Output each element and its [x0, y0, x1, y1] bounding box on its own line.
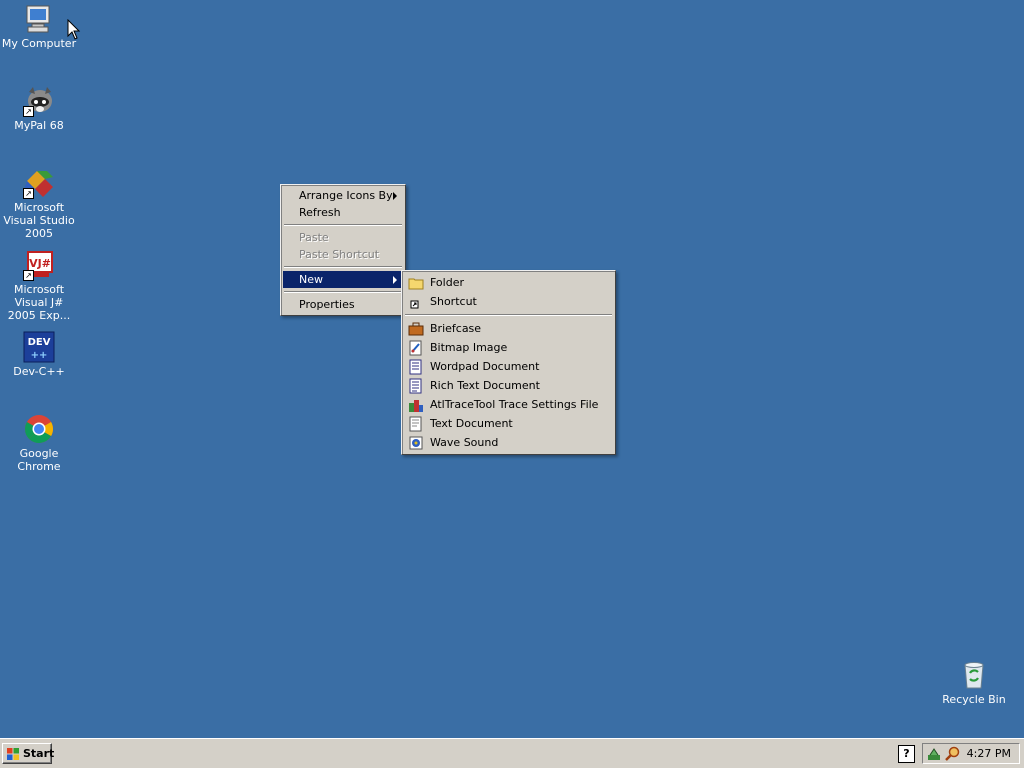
desktop-icon-recycle-bin[interactable]: Recycle Bin [935, 659, 1013, 706]
wave-sound-icon [408, 435, 424, 451]
submenu-item-rich-text-document[interactable]: Rich Text Document [404, 376, 613, 395]
menu-item-refresh[interactable]: Refresh [283, 204, 403, 221]
paint-icon [408, 340, 424, 356]
submenu-item-wordpad-document[interactable]: Wordpad Document [404, 357, 613, 376]
shortcut-icon [408, 294, 424, 310]
menu-item-paste: Paste [283, 229, 403, 246]
desktop-context-menu: Arrange Icons By Refresh Paste Paste Sho… [280, 184, 406, 316]
text-document-icon [408, 416, 424, 432]
desktop[interactable]: My Computer ↗ MyPal 68 ↗ Microsoft Visua… [0, 0, 1024, 738]
menu-separator [405, 314, 612, 316]
svg-text:DEV: DEV [28, 337, 51, 348]
submenu-arrow-icon [393, 276, 397, 284]
system-tray: 4:27 PM [922, 743, 1020, 764]
chrome-icon [23, 413, 55, 445]
shortcut-arrow-icon: ↗ [23, 188, 34, 199]
start-button[interactable]: Start [2, 743, 55, 764]
computer-icon [23, 3, 55, 35]
submenu-item-bitmap-image[interactable]: Bitmap Image [404, 338, 613, 357]
desktop-icon-devcpp[interactable]: DEV ++ Dev-C++ [0, 331, 78, 378]
svg-text:++: ++ [31, 350, 48, 361]
start-label: Start [23, 747, 55, 760]
menu-item-label: Paste [299, 231, 329, 244]
desktop-icon-label: Google Chrome [17, 447, 61, 473]
menu-item-label: Briefcase [430, 322, 482, 335]
menu-item-label: Paste Shortcut [299, 248, 380, 261]
briefcase-icon [408, 321, 424, 337]
desktop-icon-vjsharp[interactable]: VJ# ↗ Microsoft Visual J# 2005 Exp... [0, 249, 78, 322]
submenu-item-shortcut[interactable]: Shortcut [404, 292, 613, 311]
help-icon[interactable]: ? [898, 745, 915, 763]
recycle-bin-icon [958, 659, 990, 691]
search-tray-icon[interactable] [945, 746, 961, 762]
desktop-icon-chrome[interactable]: Google Chrome [0, 413, 78, 473]
desktop-icon-label: Microsoft Visual J# 2005 Exp... [7, 283, 71, 322]
desktop-icon-label: Recycle Bin [942, 693, 1006, 706]
network-tray-icon[interactable] [926, 746, 942, 762]
menu-separator [284, 266, 402, 268]
visual-studio-icon: ↗ [23, 167, 55, 199]
menu-item-label: Text Document [430, 417, 513, 430]
desktop-icon-visual-studio[interactable]: ↗ Microsoft Visual Studio 2005 [0, 167, 78, 240]
menu-item-arrange-icons-by[interactable]: Arrange Icons By [283, 187, 403, 204]
menu-item-label: AtlTraceTool Trace Settings File [430, 398, 599, 411]
shortcut-arrow-icon: ↗ [23, 270, 34, 281]
menu-item-label: Arrange Icons By [299, 189, 393, 202]
menu-item-label: Wordpad Document [430, 360, 540, 373]
vjsharp-icon: VJ# ↗ [23, 249, 55, 281]
menu-item-label: Refresh [299, 206, 341, 219]
menu-item-new[interactable]: New [283, 271, 403, 288]
menu-item-properties[interactable]: Properties [283, 296, 403, 313]
new-submenu: Folder Shortcut Briefcase Bitmap Image W… [401, 270, 616, 455]
mouse-cursor-icon [67, 19, 81, 40]
menu-item-paste-shortcut: Paste Shortcut [283, 246, 403, 263]
menu-item-label: Shortcut [430, 295, 477, 308]
submenu-item-briefcase[interactable]: Briefcase [404, 319, 613, 338]
rich-text-document-icon [408, 378, 424, 394]
desktop-icon-label: Microsoft Visual Studio 2005 [3, 201, 75, 240]
submenu-item-folder[interactable]: Folder [404, 273, 613, 292]
submenu-arrow-icon [393, 192, 397, 200]
menu-item-label: Wave Sound [430, 436, 499, 449]
menu-item-label: Properties [299, 298, 355, 311]
menu-item-label: Folder [430, 276, 464, 289]
submenu-item-text-document[interactable]: Text Document [404, 414, 613, 433]
taskbar: Start ? 4:27 PM [0, 738, 1024, 768]
menu-item-label: Bitmap Image [430, 341, 508, 354]
menu-item-label: Rich Text Document [430, 379, 540, 392]
raccoon-icon: ↗ [23, 85, 55, 117]
svg-text:VJ#: VJ# [29, 257, 51, 270]
submenu-item-wave-sound[interactable]: Wave Sound [404, 433, 613, 452]
desktop-icon-label: MyPal 68 [14, 119, 64, 132]
folder-icon [408, 275, 424, 291]
menu-item-label: New [299, 273, 323, 286]
menu-separator [284, 291, 402, 293]
menu-separator [284, 224, 402, 226]
submenu-item-atltrace-settings[interactable]: AtlTraceTool Trace Settings File [404, 395, 613, 414]
desktop-icon-mypal[interactable]: ↗ MyPal 68 [0, 85, 78, 132]
atltrace-icon [408, 397, 424, 413]
desktop-icon-label: Dev-C++ [13, 365, 65, 378]
windows-logo-icon [7, 748, 19, 760]
shortcut-arrow-icon: ↗ [23, 106, 34, 117]
clock[interactable]: 4:27 PM [967, 744, 1011, 763]
wordpad-document-icon [408, 359, 424, 375]
devcpp-icon: DEV ++ [23, 331, 55, 363]
